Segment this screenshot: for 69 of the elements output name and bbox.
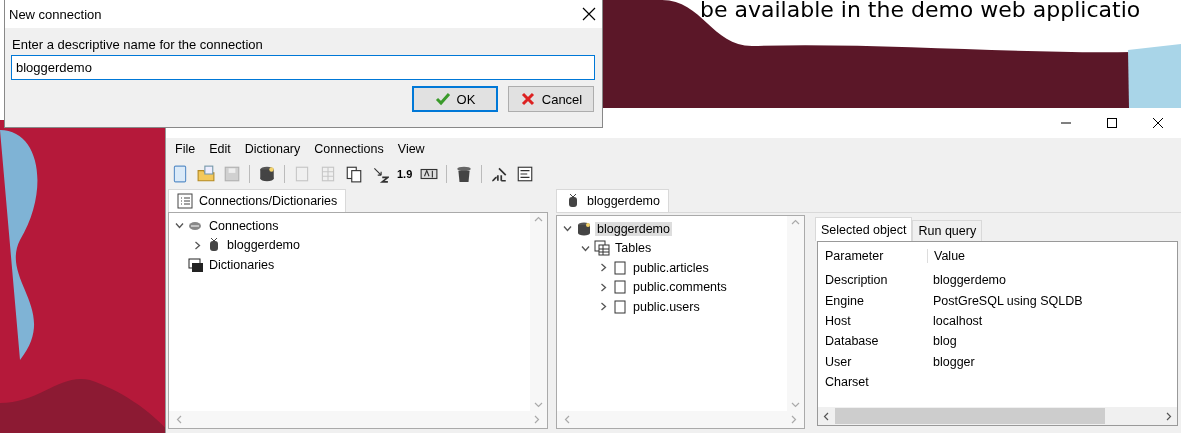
chevron-right-icon[interactable] (192, 240, 202, 250)
table-icon (612, 279, 628, 296)
table-cell-text: blog (933, 334, 958, 349)
column-header[interactable]: Value (927, 249, 1170, 263)
checkmark-icon (434, 91, 451, 107)
toolbar-button[interactable]: 1.9 (397, 164, 413, 184)
maximize-icon (1107, 118, 1117, 128)
scroll-right-icon[interactable] (1164, 411, 1173, 421)
chevron-right-icon[interactable] (598, 263, 608, 273)
new-document-icon[interactable] (171, 164, 189, 184)
cancel-button[interactable]: Cancel (508, 86, 594, 112)
connection-tab[interactable]: bloggerdemo (556, 189, 669, 212)
tree-item[interactable]: Dictionaries (207, 257, 277, 272)
tab[interactable]: Selected object (815, 217, 913, 241)
horizontal-scrollbar[interactable] (818, 407, 1177, 425)
name-input-field[interactable]: bloggerdemo (11, 55, 595, 80)
table-icon (612, 298, 628, 315)
table-icon (612, 259, 628, 276)
tree-item[interactable]: Connections (207, 218, 281, 233)
menu-item[interactable]: View (390, 141, 432, 157)
chevron-right-icon[interactable] (598, 302, 608, 312)
cross-icon (519, 91, 536, 107)
menu-item[interactable]: Dictionary (237, 141, 308, 157)
menu-item[interactable]: Edit (202, 141, 238, 157)
chevron-down-icon[interactable] (174, 221, 184, 231)
tab[interactable]: Run query (912, 220, 983, 241)
page-caption: be available in the demo web applicatio (700, 0, 1141, 22)
chevron-down-icon[interactable] (580, 243, 590, 253)
scroll-up-icon[interactable] (791, 218, 800, 227)
database-icon (576, 220, 592, 237)
dialog-title: New connection (9, 6, 102, 22)
scroll-up-icon[interactable] (534, 215, 543, 224)
chevron-right-icon[interactable] (598, 282, 608, 292)
database-icon[interactable] (258, 164, 276, 184)
table-cell-text: User (825, 354, 853, 369)
form-icon[interactable] (516, 164, 535, 184)
copy-icon[interactable] (345, 164, 363, 184)
list-icon (177, 193, 193, 209)
tree-item[interactable]: public.users (631, 299, 702, 314)
table-cell-text: Database (825, 334, 880, 349)
menu-item[interactable]: File (168, 141, 203, 157)
table-cell-text: Host (825, 313, 852, 328)
panel-tab[interactable]: Connections/Dictionaries (168, 189, 347, 212)
table-cell-text: bloggerdemo (933, 273, 1007, 288)
table-cell-text: Engine (825, 293, 865, 308)
tree-item[interactable]: bloggerdemo (225, 238, 302, 253)
folder-icon[interactable] (197, 164, 215, 184)
scroll-left-icon[interactable] (822, 411, 831, 421)
table-cell-text: Description (825, 273, 889, 288)
ok-button[interactable]: OK (412, 86, 498, 112)
vertical-scrollbar[interactable] (787, 216, 804, 411)
tables-icon (594, 240, 610, 257)
table-cell-text: localhost (933, 313, 984, 328)
close-icon (1153, 118, 1163, 128)
vertical-scrollbar[interactable] (530, 213, 547, 411)
tree-item[interactable]: public.comments (631, 280, 729, 295)
scroll-down-icon[interactable] (534, 400, 543, 409)
menu-item[interactable]: Connections (307, 141, 391, 157)
chevron-down-icon[interactable] (562, 224, 572, 234)
table-cell-text: PostGreSQL using SQLDB (933, 293, 1084, 308)
table-cell-text: Charset (825, 375, 870, 390)
table-cell-text: blogger (933, 354, 976, 369)
scroll-down-icon[interactable] (791, 400, 800, 409)
prompt-label: Enter a descriptive name for the connection (12, 37, 264, 52)
tree-item[interactable]: public.articles (631, 260, 711, 275)
close-button[interactable] (582, 7, 596, 21)
decorative-shape (1128, 44, 1181, 108)
tree-item[interactable]: bloggerdemo (595, 221, 672, 236)
tree-item[interactable]: Tables (613, 241, 654, 256)
